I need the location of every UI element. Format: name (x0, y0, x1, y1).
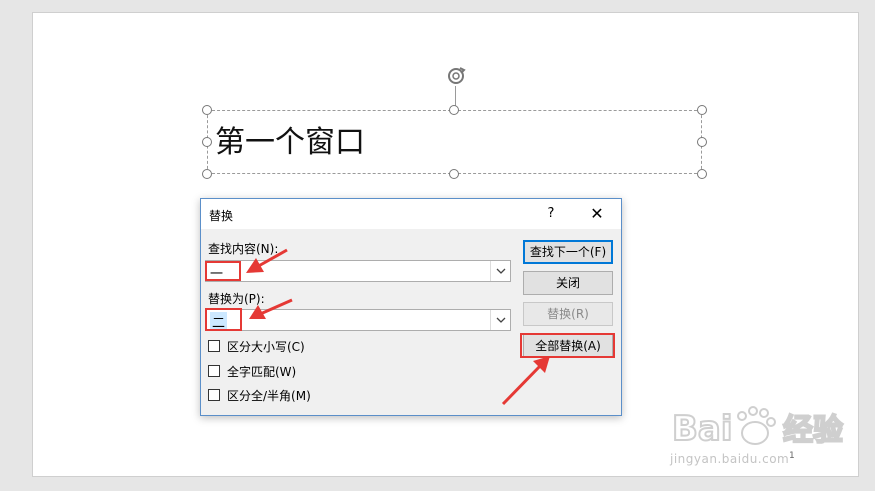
svg-text:Bai: Bai (672, 409, 733, 449)
whole-word-checkbox[interactable] (208, 365, 220, 377)
match-case-label[interactable]: 区分大小写(C) (227, 338, 305, 355)
close-icon[interactable]: ✕ (585, 203, 609, 225)
resize-handle-top-left[interactable] (202, 105, 212, 115)
resize-handle-bottom-right[interactable] (697, 169, 707, 179)
replace-label: 替换为(P): (208, 292, 265, 306)
watermark-domain: jingyan.baidu.com (670, 452, 790, 466)
match-width-label[interactable]: 区分全/半角(M) (227, 387, 311, 404)
annotation-box-find (205, 261, 241, 281)
svg-text:经验: 经验 (783, 413, 843, 448)
find-next-button[interactable]: 查找下一个(F) (523, 240, 613, 264)
find-label: 查找内容(N): (208, 242, 279, 256)
dialog-title: 替换 (209, 209, 234, 223)
help-button[interactable]: ? (540, 203, 562, 225)
dropdown-arrow-icon (496, 268, 506, 274)
replace-input[interactable]: 二 (205, 309, 511, 331)
whole-word-label[interactable]: 全字匹配(W) (227, 363, 296, 380)
match-width-checkbox[interactable] (208, 389, 220, 401)
resize-handle-bottom-center[interactable] (449, 169, 459, 179)
slide-title-text[interactable]: 第一个窗口 (215, 117, 365, 161)
match-case-checkbox[interactable] (208, 340, 220, 352)
resize-handle-middle-left[interactable] (202, 137, 212, 147)
annotation-box-replace-all (520, 333, 615, 358)
resize-handle-top-center[interactable] (449, 105, 459, 115)
find-dropdown[interactable] (490, 261, 510, 281)
rotate-icon[interactable] (445, 65, 467, 87)
resize-handle-bottom-left[interactable] (202, 169, 212, 179)
resize-handle-top-right[interactable] (697, 105, 707, 115)
resize-handle-middle-right[interactable] (697, 137, 707, 147)
close-button[interactable]: 关闭 (523, 271, 613, 295)
paw-icon (737, 406, 776, 445)
dropdown-arrow-icon (496, 317, 506, 323)
replace-button[interactable]: 替换(R) (523, 302, 613, 326)
annotation-box-replace (205, 308, 242, 331)
find-input[interactable]: 一 (205, 260, 511, 282)
replace-dropdown[interactable] (490, 310, 510, 330)
